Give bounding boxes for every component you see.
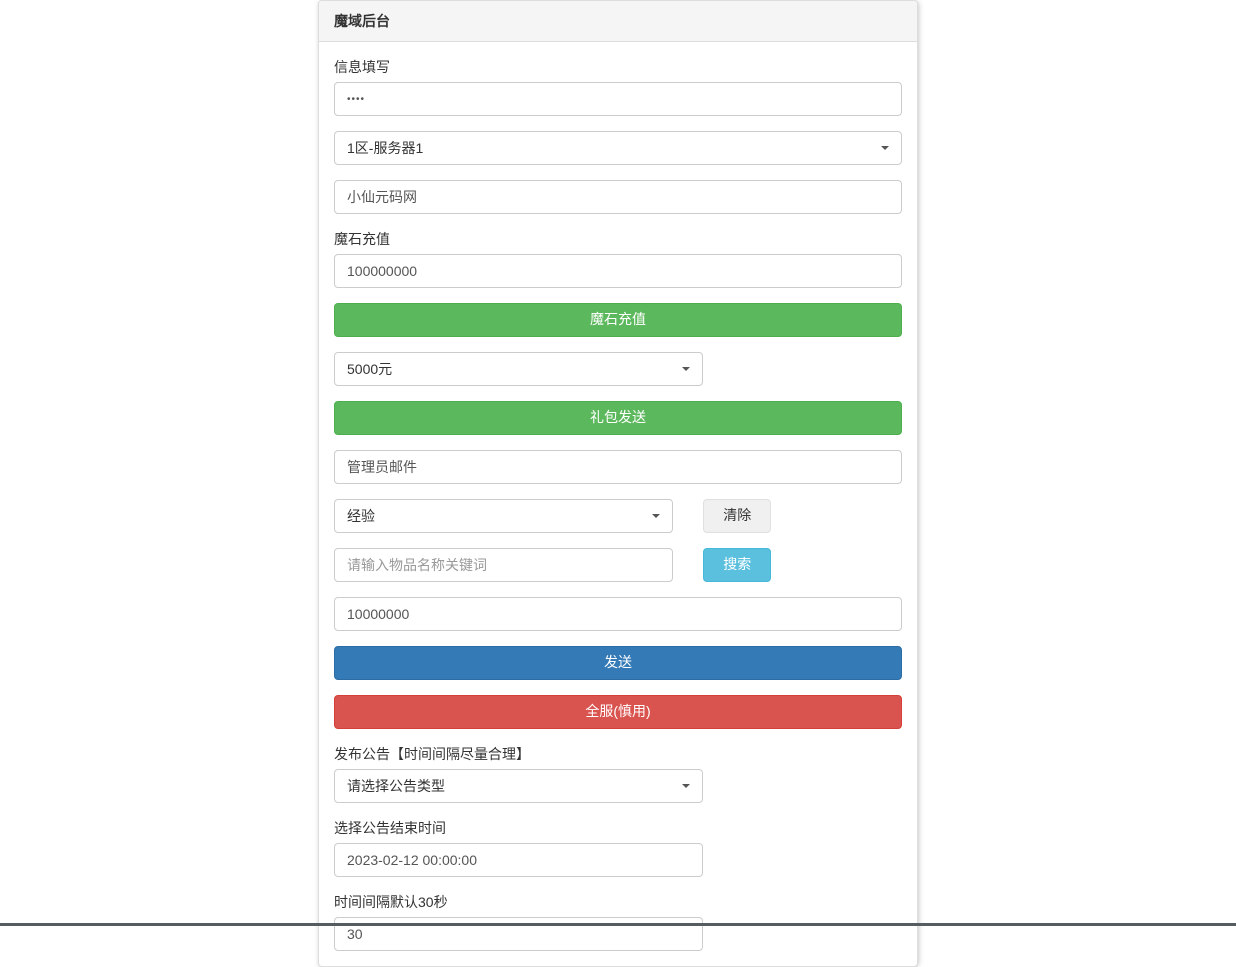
recharge-amount-input[interactable]	[334, 254, 902, 288]
quantity-input[interactable]	[334, 597, 902, 631]
chevron-down-icon	[881, 146, 889, 150]
search-button[interactable]: 搜索	[703, 548, 771, 582]
recharge-button[interactable]: 魔石充值	[334, 303, 902, 337]
admin-panel: 魔域后台 信息填写 1区-服务器1 魔石充值 魔石充值 5000元	[318, 0, 918, 967]
package-select-value: 5000元	[347, 359, 392, 379]
chevron-down-icon	[682, 367, 690, 371]
item-search-input[interactable]	[334, 548, 673, 582]
announce-type-value: 请选择公告类型	[347, 776, 445, 796]
chevron-down-icon	[682, 784, 690, 788]
server-select-value: 1区-服务器1	[347, 138, 423, 158]
mail-title-input[interactable]	[334, 450, 902, 484]
info-label: 信息填写	[334, 57, 902, 77]
password-input[interactable]	[334, 82, 902, 116]
panel-header: 魔域后台	[319, 1, 917, 42]
mail-type-value: 经验	[347, 506, 375, 526]
announce-type-select[interactable]: 请选择公告类型	[334, 769, 703, 803]
clear-button[interactable]: 清除	[703, 499, 771, 533]
chevron-down-icon	[652, 514, 660, 518]
server-select[interactable]: 1区-服务器1	[334, 131, 902, 165]
announce-label: 发布公告【时间间隔尽量合理】	[334, 744, 902, 764]
allserver-button[interactable]: 全服(慎用)	[334, 695, 902, 729]
mail-type-select[interactable]: 经验	[334, 499, 673, 533]
send-button[interactable]: 发送	[334, 646, 902, 680]
panel-body: 信息填写 1区-服务器1 魔石充值 魔石充值 5000元 礼包发送	[319, 42, 917, 966]
name-input[interactable]	[334, 180, 902, 214]
announce-end-label: 选择公告结束时间	[334, 818, 902, 838]
package-send-button[interactable]: 礼包发送	[334, 401, 902, 435]
announce-interval-label: 时间间隔默认30秒	[334, 892, 902, 912]
panel-title: 魔域后台	[334, 13, 390, 29]
recharge-label: 魔石充值	[334, 229, 902, 249]
package-select[interactable]: 5000元	[334, 352, 703, 386]
announce-end-input[interactable]	[334, 843, 703, 877]
